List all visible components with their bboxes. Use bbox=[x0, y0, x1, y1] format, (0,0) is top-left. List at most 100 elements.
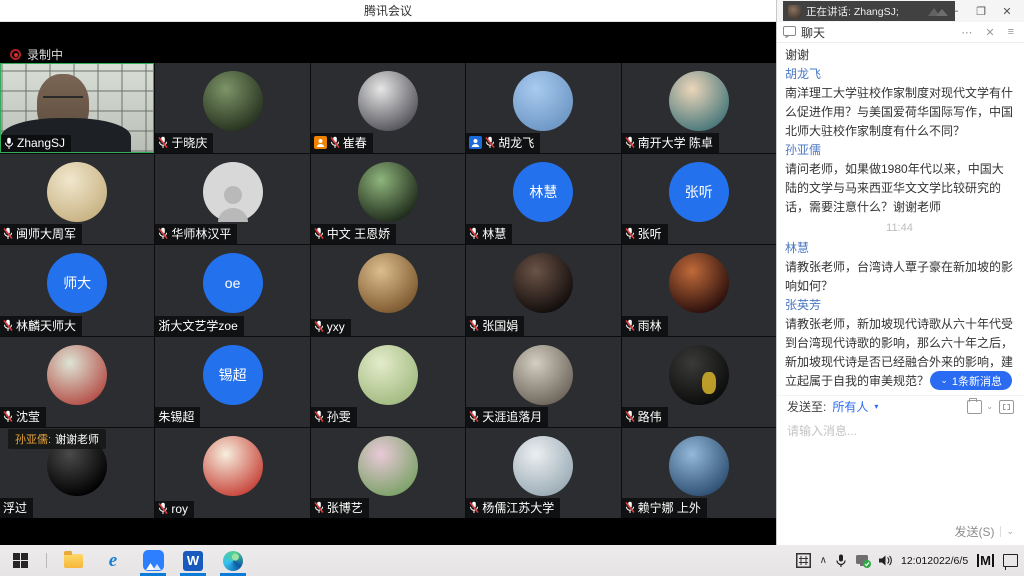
participant-tile[interactable]: oe 浙大文艺学zoe bbox=[155, 245, 309, 335]
mic-muted-icon bbox=[314, 227, 324, 240]
clock[interactable]: 12:01 2022/6/5 bbox=[901, 555, 968, 567]
participant-tile[interactable]: 赖宁娜 上外 bbox=[622, 428, 776, 518]
send-to-caret-icon: ▾ bbox=[874, 402, 878, 411]
chat-close-icon[interactable]: ✕ bbox=[981, 26, 998, 39]
participant-name-label: 张听 bbox=[622, 224, 668, 244]
input-method-icon[interactable] bbox=[796, 553, 811, 568]
participant-tile[interactable]: 胡龙飞 bbox=[466, 63, 620, 153]
start-button[interactable] bbox=[0, 545, 40, 576]
recording-indicator: 录制中 bbox=[10, 46, 63, 63]
participant-name-label: 朱锡超 bbox=[155, 407, 200, 427]
participant-tile[interactable]: 孙雯 bbox=[311, 337, 465, 427]
participant-tile[interactable]: 张国娟 bbox=[466, 245, 620, 335]
new-message-button[interactable]: ⌄ 1条新消息 bbox=[930, 371, 1012, 390]
participant-name-label: 南开大学 陈卓 bbox=[622, 133, 719, 153]
participant-tile[interactable]: 路伟 bbox=[622, 337, 776, 427]
tray-app-m-icon[interactable]: M bbox=[977, 554, 994, 567]
participant-name-label: 于晓庆 bbox=[155, 133, 213, 153]
mic-muted-icon bbox=[158, 227, 168, 240]
mic-muted-icon bbox=[330, 136, 340, 149]
participant-tile[interactable]: roy bbox=[155, 428, 309, 518]
recording-dot-icon bbox=[10, 49, 21, 60]
avatar bbox=[669, 253, 729, 313]
avatar bbox=[203, 162, 263, 222]
participant-name-label: 沈莹 bbox=[0, 407, 46, 427]
participant-name-label: 张博艺 bbox=[311, 498, 369, 518]
participant-tile[interactable]: yxy bbox=[311, 245, 465, 335]
mic-muted-icon bbox=[3, 319, 13, 332]
mic-muted-icon bbox=[314, 410, 324, 423]
close-window-button[interactable]: ✕ bbox=[994, 5, 1020, 18]
screenshot-icon[interactable] bbox=[999, 400, 1014, 414]
word-button[interactable]: W bbox=[173, 545, 213, 576]
send-options-caret-icon[interactable]: ⌄ bbox=[1000, 526, 1014, 537]
participant-name: 张博艺 bbox=[327, 499, 363, 516]
chat-history-caret-icon[interactable]: ⌄ bbox=[986, 402, 993, 411]
role-badge-icon bbox=[469, 136, 482, 149]
speaker-thumbnail bbox=[788, 5, 801, 18]
message-text: 请教张老师，台湾诗人覃子豪在新加坡的影响如何？ bbox=[785, 258, 1014, 296]
hidden-icons-chevron[interactable]: ∧ bbox=[820, 555, 827, 566]
maximize-button[interactable]: ❐ bbox=[968, 5, 994, 18]
participant-name: 杨儒江苏大学 bbox=[482, 499, 554, 516]
participant-tile[interactable]: 张听 张听 bbox=[622, 154, 776, 244]
chat-panel-title: 聊天 bbox=[801, 24, 825, 41]
participant-tile[interactable]: 闽师大周军 bbox=[0, 154, 154, 244]
system-tray: ∧ 12:01 2022/6/5 M bbox=[796, 545, 1024, 576]
avatar bbox=[358, 345, 418, 405]
send-to-label: 发送至: bbox=[787, 398, 826, 415]
video-grid: ZhangSJ 于晓庆 崔春 胡龙飞 南开大学 陈卓 闽师大周军 华师林汉平 中… bbox=[0, 63, 776, 518]
avatar: 林慧 bbox=[513, 162, 573, 222]
participant-tile[interactable]: 于晓庆 bbox=[155, 63, 309, 153]
send-to-select[interactable]: 所有人 bbox=[832, 398, 868, 415]
speaking-label: 正在讲话: ZhangSJ; bbox=[806, 4, 921, 19]
participant-name: 浙大文艺学zoe bbox=[158, 317, 237, 334]
participant-tile[interactable]: 锡超朱锡超 bbox=[155, 337, 309, 427]
panel-menu-icon[interactable]: ≡ bbox=[1004, 26, 1018, 38]
avatar bbox=[513, 345, 573, 405]
file-explorer-button[interactable] bbox=[53, 545, 93, 576]
participant-tile[interactable]: 中文 王恩娇 bbox=[311, 154, 465, 244]
chat-message-list[interactable]: 谢谢胡龙飞南洋理工大学驻校作家制度对现代文学有什么促进作用？与美国爱荷华国际写作… bbox=[777, 43, 1024, 389]
avatar: oe bbox=[203, 253, 263, 313]
participant-tile[interactable]: 崔春 bbox=[311, 63, 465, 153]
send-button[interactable]: 发送(S) bbox=[954, 523, 994, 540]
chat-history-icon[interactable] bbox=[967, 400, 982, 414]
internet-explorer-button[interactable]: e bbox=[93, 545, 133, 576]
participant-tile[interactable]: 沈莹 bbox=[0, 337, 154, 427]
tencent-meeting-icon bbox=[143, 550, 164, 571]
edge-button[interactable] bbox=[213, 545, 253, 576]
participant-name-label: ZhangSJ bbox=[1, 135, 71, 152]
participant-tile[interactable]: 雨林 bbox=[622, 245, 776, 335]
chat-input[interactable] bbox=[777, 418, 1024, 518]
mic-muted-icon bbox=[625, 227, 635, 240]
security-tray-icon[interactable] bbox=[855, 554, 869, 567]
participant-name: 中文 王恩娇 bbox=[327, 225, 390, 242]
participant-name: 雨林 bbox=[638, 317, 662, 334]
participant-name: 浮过 bbox=[3, 499, 27, 516]
avatar bbox=[203, 71, 263, 131]
participant-name-label: 张国娟 bbox=[466, 316, 524, 336]
ie-icon: e bbox=[109, 550, 117, 572]
participant-tile[interactable]: 华师林汉平 bbox=[155, 154, 309, 244]
participant-tile[interactable]: 天涯追落月 bbox=[466, 337, 620, 427]
participant-tile[interactable]: ZhangSJ bbox=[0, 63, 154, 153]
mic-muted-icon bbox=[314, 320, 324, 333]
tencent-meeting-button[interactable] bbox=[133, 545, 173, 576]
participant-tile[interactable]: 南开大学 陈卓 bbox=[622, 63, 776, 153]
participant-tile[interactable]: 师大 林麟天师大 bbox=[0, 245, 154, 335]
microphone-tray-icon[interactable] bbox=[836, 554, 846, 568]
tray-time: 12:01 bbox=[901, 555, 927, 567]
speaker-icon[interactable] bbox=[878, 554, 892, 567]
participant-tile[interactable]: 林慧 林慧 bbox=[466, 154, 620, 244]
participant-tile[interactable]: 杨儒江苏大学 bbox=[466, 428, 620, 518]
chevron-down-icon: ⌄ bbox=[940, 375, 948, 386]
overlay-text: 谢谢老师 bbox=[55, 431, 99, 447]
participant-tile[interactable]: 张博艺 bbox=[311, 428, 465, 518]
participant-name-label: 赖宁娜 上外 bbox=[622, 498, 707, 518]
action-center-icon[interactable] bbox=[1003, 554, 1018, 567]
chat-more-icon[interactable]: ⋯ bbox=[957, 26, 976, 39]
avatar bbox=[47, 345, 107, 405]
mic-muted-icon bbox=[469, 410, 479, 423]
avatar bbox=[203, 436, 263, 496]
